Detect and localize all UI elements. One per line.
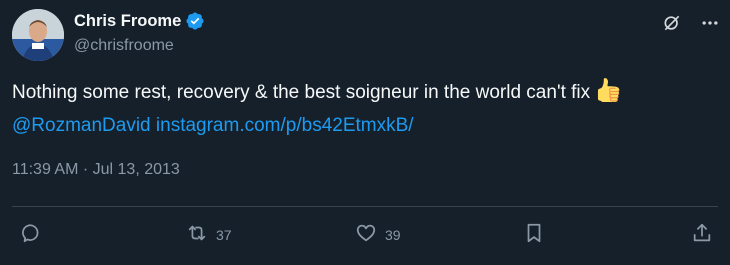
more-icon[interactable] <box>700 13 720 33</box>
retweet-count: 37 <box>216 226 232 243</box>
like-count: 39 <box>385 226 401 243</box>
tweet-text: Nothing some rest, recovery & the best s… <box>12 82 591 103</box>
verified-badge-icon <box>185 11 205 31</box>
bookmark-button[interactable] <box>523 222 545 247</box>
grok-icon[interactable] <box>662 13 682 33</box>
like-icon <box>355 222 377 247</box>
share-button[interactable] <box>691 222 713 247</box>
tweet-text-block: Nothing some rest, recovery & the best s… <box>12 78 718 140</box>
tweet-text-line: Nothing some rest, recovery & the best s… <box>12 78 718 111</box>
mention-link[interactable]: @RozmanDavid <box>12 115 151 136</box>
reply-button[interactable] <box>20 222 42 247</box>
like-button[interactable]: 39 <box>355 222 401 247</box>
tweet-links-line: @RozmanDavid instagram.com/p/bs42EtmxkB/ <box>12 111 718 140</box>
avatar[interactable] <box>12 9 64 61</box>
reply-icon <box>20 222 42 247</box>
author-handle[interactable]: @chrisfroome <box>74 37 174 55</box>
display-name[interactable]: Chris Froome <box>74 12 181 31</box>
instagram-link[interactable]: instagram.com/p/bs42EtmxkB/ <box>156 115 414 136</box>
tweet-top-actions <box>644 13 720 33</box>
retweet-icon <box>186 222 208 247</box>
bookmark-icon <box>523 222 545 247</box>
divider <box>12 206 718 207</box>
tweet-timestamp[interactable]: 11:39 AM · Jul 13, 2013 <box>12 161 180 179</box>
retweet-button[interactable]: 37 <box>186 222 232 247</box>
share-icon <box>691 222 713 247</box>
author-name-row: Chris Froome <box>74 11 205 31</box>
thumbs-up-emoji-icon <box>596 78 620 111</box>
